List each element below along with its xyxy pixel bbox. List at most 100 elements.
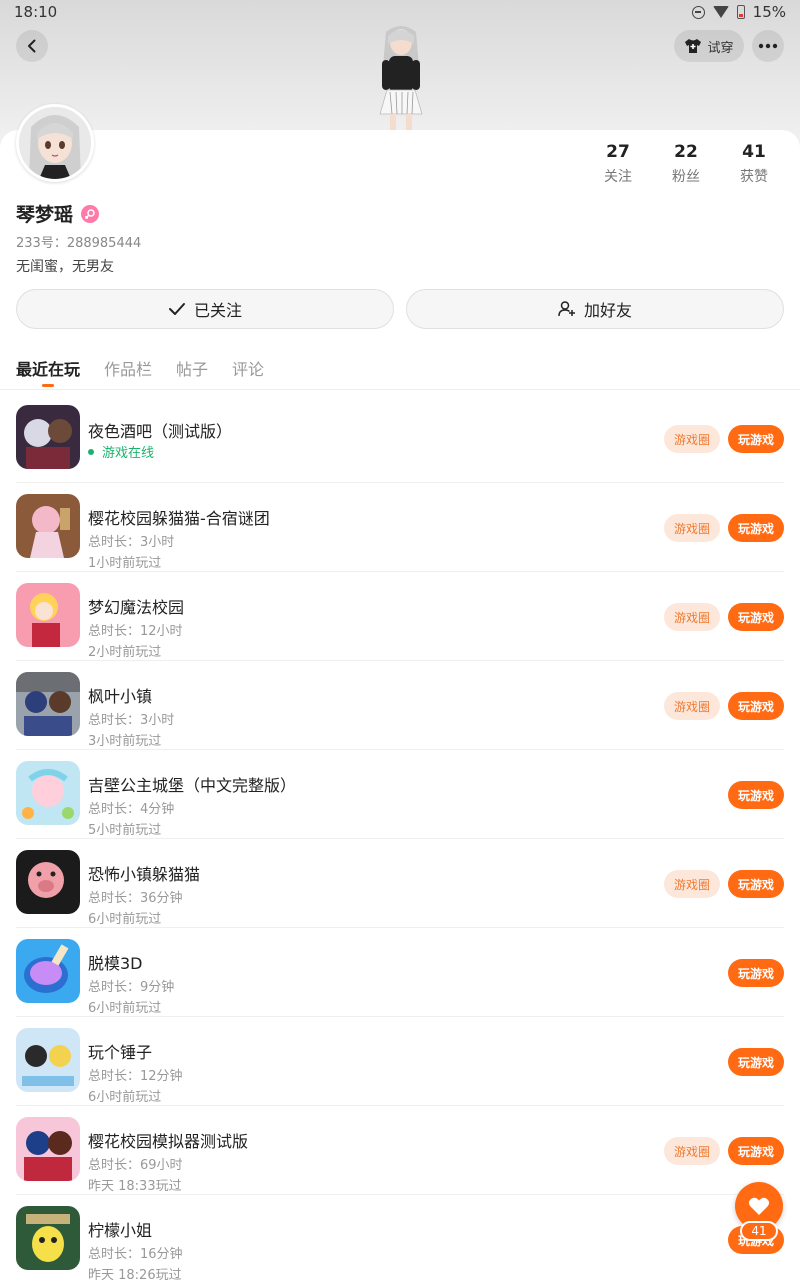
game-duration: 总时长：9分钟 bbox=[88, 980, 175, 995]
game-online-status: 游戏在线 bbox=[88, 442, 154, 461]
list-item[interactable]: 枫叶小镇 总时长：3小时 3小时前玩过 游戏圈 玩游戏 bbox=[16, 661, 784, 750]
game-name: 夜色酒吧（测试版） bbox=[88, 422, 233, 441]
play-game-button[interactable]: 玩游戏 bbox=[728, 692, 784, 720]
list-item[interactable]: 玩个锤子 总时长：12分钟 6小时前玩过 玩游戏 bbox=[16, 1017, 784, 1106]
game-icon bbox=[16, 672, 80, 736]
game-last-played: 6小时前玩过 bbox=[88, 1090, 162, 1105]
game-name: 梦幻魔法校园 bbox=[88, 598, 185, 617]
list-item[interactable]: 梦幻魔法校园 总时长：12小时 2小时前玩过 游戏圈 玩游戏 bbox=[16, 572, 784, 661]
stat-following[interactable]: 27 关注 bbox=[584, 142, 652, 186]
battery-icon bbox=[736, 5, 745, 19]
battery-level: 15% bbox=[752, 3, 786, 21]
tab-posts[interactable]: 帖子 bbox=[176, 356, 208, 386]
stat-value: 41 bbox=[742, 142, 766, 162]
check-icon bbox=[168, 303, 185, 315]
game-icon bbox=[16, 405, 80, 469]
try-on-label: 试穿 bbox=[707, 40, 734, 56]
game-circle-button[interactable]: 游戏圈 bbox=[664, 1137, 720, 1165]
list-item[interactable]: 樱花校园躲猫猫-合宿谜团 总时长：3小时 1小时前玩过 游戏圈 玩游戏 bbox=[16, 483, 784, 572]
stat-fans[interactable]: 22 粉丝 bbox=[652, 142, 720, 186]
recently-played-list: 夜色酒吧（测试版） 游戏在线 游戏圈 玩游戏 樱花校园躲猫猫-合宿谜团 总时长：… bbox=[0, 394, 800, 1280]
stat-value: 22 bbox=[674, 142, 698, 162]
status-icons: 15% bbox=[691, 3, 786, 21]
game-icon bbox=[16, 494, 80, 558]
chevron-left-icon bbox=[28, 39, 36, 53]
game-icon bbox=[16, 1028, 80, 1092]
username: 琴梦瑶 bbox=[16, 204, 74, 226]
game-circle-button[interactable]: 游戏圈 bbox=[664, 514, 720, 542]
female-gender-icon bbox=[81, 204, 100, 223]
game-icon bbox=[16, 583, 80, 647]
game-name: 樱花校园躲猫猫-合宿谜团 bbox=[88, 509, 270, 528]
list-item[interactable]: 夜色酒吧（测试版） 游戏在线 游戏圈 玩游戏 bbox=[16, 394, 784, 483]
game-duration: 总时长：12分钟 bbox=[88, 1069, 183, 1084]
stat-label: 粉丝 bbox=[672, 169, 700, 185]
game-circle-button[interactable]: 游戏圈 bbox=[664, 603, 720, 631]
avatar[interactable] bbox=[16, 104, 94, 182]
heart-icon bbox=[748, 1197, 770, 1215]
online-label: 游戏在线 bbox=[102, 446, 155, 461]
list-item[interactable]: 脱模3D 总时长：9分钟 6小时前玩过 玩游戏 bbox=[16, 928, 784, 1017]
tabs-divider bbox=[0, 389, 800, 390]
game-icon bbox=[16, 1206, 80, 1270]
active-tab-indicator bbox=[42, 384, 54, 387]
list-item[interactable]: 柠檬小姐 总时长：16分钟 昨天 18:26玩过 玩游戏 bbox=[16, 1195, 784, 1280]
play-game-button[interactable]: 玩游戏 bbox=[728, 1137, 784, 1165]
game-last-played: 2小时前玩过 bbox=[88, 645, 162, 660]
play-game-button[interactable]: 玩游戏 bbox=[728, 1048, 784, 1076]
game-name: 恐怖小镇躲猫猫 bbox=[88, 865, 201, 884]
play-game-button[interactable]: 玩游戏 bbox=[728, 781, 784, 809]
stats-bar: 27 关注 22 粉丝 41 获赞 bbox=[584, 142, 788, 186]
list-item[interactable]: 吉壁公主城堡（中文完整版） 总时长：4分钟 5小时前玩过 玩游戏 bbox=[16, 750, 784, 839]
try-on-button[interactable]: 试穿 bbox=[674, 30, 744, 62]
stat-value: 27 bbox=[606, 142, 630, 162]
avatar-image bbox=[19, 107, 91, 179]
add-friend-button[interactable]: 加好友 bbox=[406, 289, 784, 329]
list-item[interactable]: 恐怖小镇躲猫猫 总时长：36分钟 6小时前玩过 游戏圈 玩游戏 bbox=[16, 839, 784, 928]
followed-button[interactable]: 已关注 bbox=[16, 289, 394, 329]
game-last-played: 5小时前玩过 bbox=[88, 823, 162, 838]
game-circle-button[interactable]: 游戏圈 bbox=[664, 692, 720, 720]
game-circle-button[interactable]: 游戏圈 bbox=[664, 870, 720, 898]
stat-likes[interactable]: 41 获赞 bbox=[720, 142, 788, 186]
play-game-button[interactable]: 玩游戏 bbox=[728, 603, 784, 631]
play-game-button[interactable]: 玩游戏 bbox=[728, 425, 784, 453]
game-last-played: 昨天 18:33玩过 bbox=[88, 1179, 182, 1194]
like-count-badge: 41 bbox=[740, 1221, 778, 1241]
user-id: 233号：288985444 bbox=[16, 236, 142, 251]
do-not-disturb-icon bbox=[691, 5, 705, 19]
game-duration: 总时长：16分钟 bbox=[88, 1247, 183, 1262]
avatar-figure[interactable] bbox=[362, 22, 440, 132]
game-circle-button[interactable]: 游戏圈 bbox=[664, 425, 720, 453]
tab-recently-played[interactable]: 最近在玩 bbox=[16, 356, 80, 386]
add-user-icon bbox=[558, 301, 575, 317]
game-last-played: 6小时前玩过 bbox=[88, 1001, 162, 1016]
profile-tabs: 最近在玩 作品栏 帖子 评论 bbox=[16, 356, 264, 387]
game-icon bbox=[16, 761, 80, 825]
game-last-played: 昨天 18:26玩过 bbox=[88, 1268, 182, 1280]
game-duration: 总时长：3小时 bbox=[88, 535, 175, 550]
list-item[interactable]: 樱花校园模拟器测试版 总时长：69小时 昨天 18:33玩过 游戏圈 玩游戏 bbox=[16, 1106, 784, 1195]
game-icon bbox=[16, 1117, 80, 1181]
game-duration: 总时长：69小时 bbox=[88, 1158, 183, 1173]
play-game-button[interactable]: 玩游戏 bbox=[728, 870, 784, 898]
back-button[interactable] bbox=[16, 30, 48, 62]
play-game-button[interactable]: 玩游戏 bbox=[728, 959, 784, 987]
status-time: 18:10 bbox=[14, 3, 58, 21]
stat-label: 获赞 bbox=[740, 169, 768, 185]
game-duration: 总时长：3小时 bbox=[88, 713, 175, 728]
game-icon bbox=[16, 939, 80, 1003]
more-button[interactable] bbox=[752, 30, 784, 62]
game-last-played: 1小时前玩过 bbox=[88, 556, 162, 571]
tab-comments[interactable]: 评论 bbox=[232, 356, 264, 386]
followed-label: 已关注 bbox=[193, 301, 242, 320]
game-last-played: 6小时前玩过 bbox=[88, 912, 162, 927]
game-icon bbox=[16, 850, 80, 914]
game-name: 脱模3D bbox=[88, 954, 143, 973]
game-name: 柠檬小姐 bbox=[88, 1221, 153, 1240]
tab-works[interactable]: 作品栏 bbox=[104, 356, 152, 386]
play-game-button[interactable]: 玩游戏 bbox=[728, 514, 784, 542]
bio: 无闺蜜，无男友 bbox=[16, 259, 114, 275]
wifi-icon bbox=[712, 6, 729, 18]
game-name: 玩个锤子 bbox=[88, 1043, 153, 1062]
